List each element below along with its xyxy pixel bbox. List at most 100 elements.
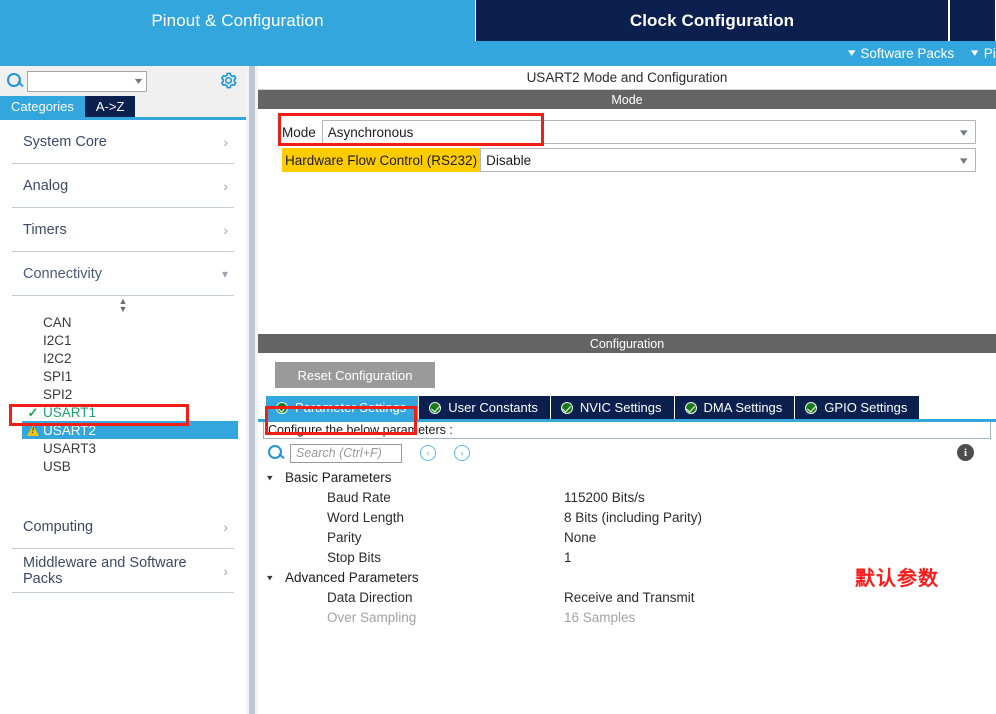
peripheral-usart3-label: USART3: [43, 440, 97, 456]
top-tab-bar: Pinout & Configuration Clock Configurati…: [0, 0, 996, 41]
sidebar-item-connectivity-label: Connectivity: [23, 265, 102, 282]
tab-categories[interactable]: Categories: [0, 96, 85, 117]
mode-field-label: Mode: [282, 124, 316, 140]
sidebar-item-middleware[interactable]: Middleware and Software Packs ›: [12, 549, 234, 593]
peripheral-spi2[interactable]: SPI2: [12, 385, 234, 403]
hardware-flow-control-select[interactable]: Disable ▾: [480, 148, 976, 172]
param-stop-bits-value: 1: [564, 549, 572, 565]
tab-pinout-configuration-label: Pinout & Configuration: [151, 10, 324, 30]
peripheral-usart1-label: USART1: [43, 404, 97, 420]
param-stop-bits-name: Stop Bits: [327, 549, 382, 565]
page-title-label: USART2 Mode and Configuration: [526, 70, 728, 85]
sidebar-item-timers[interactable]: Timers ›: [12, 208, 234, 252]
table-row[interactable]: Baud Rate 115200 Bits/s: [267, 487, 996, 507]
sidebar-item-connectivity[interactable]: Connectivity ▾: [12, 252, 234, 296]
app-root: Pinout & Configuration Clock Configurati…: [0, 0, 996, 714]
peripheral-spi1[interactable]: SPI1: [12, 367, 234, 385]
mode-select[interactable]: Asynchronous ▾: [321, 120, 976, 144]
configuration-tab-strip: Parameter Settings User Constants NVIC S…: [258, 396, 996, 419]
tab-user-constants[interactable]: User Constants: [419, 396, 551, 419]
peripheral-usart2[interactable]: USART2: [22, 421, 238, 439]
pinout-menu[interactable]: ▾ Pinout: [971, 46, 996, 61]
info-icon[interactable]: i: [957, 444, 974, 461]
peripheral-usb-label: USB: [43, 458, 71, 474]
peripheral-usart1[interactable]: ✓ USART1: [12, 403, 234, 421]
sidebar-view-tabs: Categories A->Z: [0, 96, 246, 117]
hardware-flow-control-label: Hardware Flow Control (RS232): [282, 148, 481, 172]
tab-dma-settings[interactable]: DMA Settings: [674, 396, 796, 419]
param-over-sampling-value: 16 Samples: [564, 609, 636, 625]
info-icon-label: i: [963, 446, 968, 459]
sidebar-search-row: ▾: [0, 66, 246, 96]
table-row: Over Sampling 16 Samples: [267, 607, 996, 627]
peripheral-i2c2-label: I2C2: [43, 350, 72, 366]
tab-a-to-z-label: A->Z: [95, 99, 125, 114]
param-baud-rate-name: Baud Rate: [327, 489, 391, 505]
chevron-right-icon: ›: [223, 221, 228, 238]
scroll-up-down-handle[interactable]: ▲ ▼: [12, 296, 234, 313]
sidebar-item-system-core-label: System Core: [23, 133, 107, 150]
configure-note-label: Configure the below parameters :: [268, 423, 453, 437]
param-baud-rate-value: 115200 Bits/s: [564, 489, 645, 505]
tab-parameter-settings[interactable]: Parameter Settings: [266, 396, 420, 419]
parameter-search-input[interactable]: Search (Ctrl+F): [290, 443, 402, 463]
check-circle-icon: [805, 401, 818, 414]
software-packs-label: Software Packs: [860, 46, 955, 61]
sidebar-item-analog[interactable]: Analog ›: [12, 164, 234, 208]
software-packs-menu[interactable]: ▾ Software Packs: [848, 46, 955, 61]
configure-note: Configure the below parameters :: [263, 422, 991, 439]
chevron-down-icon: ▾: [960, 154, 969, 167]
group-basic-parameters[interactable]: ▾ Basic Parameters: [267, 467, 996, 487]
find-previous-button[interactable]: ‹: [420, 445, 436, 461]
tab-project-manager[interactable]: [949, 0, 996, 41]
tab-clock-configuration[interactable]: Clock Configuration: [475, 0, 949, 41]
sidebar-category-list: System Core › Analog › Timers › Connecti…: [0, 120, 246, 714]
sidebar-item-computing[interactable]: Computing ›: [12, 505, 234, 549]
param-word-length-value: 8 Bits (including Parity): [564, 509, 703, 525]
sub-toolbar: ▾ Software Packs ▾ Pinout: [0, 41, 996, 66]
peripheral-i2c2[interactable]: I2C2: [12, 349, 234, 367]
peripheral-i2c1[interactable]: I2C1: [12, 331, 234, 349]
table-row[interactable]: Parity None: [267, 527, 996, 547]
tab-gpio-settings[interactable]: GPIO Settings: [795, 396, 921, 419]
tab-user-constants-label: User Constants: [448, 400, 538, 415]
sidebar-item-system-core[interactable]: System Core ›: [12, 120, 234, 164]
sidebar-item-computing-label: Computing: [23, 518, 94, 535]
tab-dma-settings-label: DMA Settings: [703, 400, 783, 415]
sidebar-search-input[interactable]: ▾: [27, 70, 147, 92]
tab-parameter-settings-label: Parameter Settings: [295, 400, 407, 415]
page-title: USART2 Mode and Configuration: [258, 66, 996, 90]
gear-icon[interactable]: [219, 71, 238, 90]
param-parity-name: Parity: [327, 529, 362, 545]
chevron-down-icon: ▾: [134, 75, 143, 87]
group-advanced-parameters-label: Advanced Parameters: [285, 569, 419, 585]
chevron-down-icon: ▾: [267, 572, 273, 583]
reset-configuration-button[interactable]: Reset Configuration: [275, 362, 435, 388]
search-icon: [5, 71, 25, 91]
chevron-right-icon: ›: [223, 177, 228, 194]
group-basic-parameters-label: Basic Parameters: [285, 469, 392, 485]
main-panel: USART2 Mode and Configuration Mode Mode …: [258, 66, 996, 714]
chevron-down-icon: ▾: [971, 47, 979, 59]
check-circle-icon: [560, 401, 573, 414]
panel-splitter[interactable]: [246, 66, 258, 714]
table-row[interactable]: Word Length 8 Bits (including Parity): [267, 507, 996, 527]
check-icon: ✓: [27, 404, 39, 420]
mode-section-body: Mode Asynchronous ▾ Hardware Flow Contro…: [258, 109, 996, 334]
tab-pinout-configuration[interactable]: Pinout & Configuration: [0, 0, 475, 41]
peripheral-can[interactable]: CAN: [12, 313, 234, 331]
peripheral-usb[interactable]: USB: [12, 457, 234, 475]
sidebar-item-middleware-label: Middleware and Software Packs: [23, 554, 187, 587]
tab-nvic-settings-label: NVIC Settings: [579, 400, 662, 415]
pinout-menu-label: Pinout: [983, 46, 996, 61]
sidebar-category-box: System Core › Analog › Timers › Connecti…: [12, 120, 238, 593]
find-next-button[interactable]: ›: [454, 445, 470, 461]
tab-clock-configuration-label: Clock Configuration: [629, 10, 795, 30]
peripheral-list: CAN I2C1 I2C2 SPI1 SPI2 ✓ USART1 ! USART…: [12, 313, 238, 475]
hardware-flow-control-row: Hardware Flow Control (RS232) Disable ▾: [282, 148, 976, 172]
tab-a-to-z[interactable]: A->Z: [84, 96, 136, 117]
peripheral-spi2-label: SPI2: [43, 386, 73, 402]
peripheral-usart2-label: USART2: [43, 422, 97, 438]
tab-nvic-settings[interactable]: NVIC Settings: [550, 396, 675, 419]
peripheral-usart3[interactable]: USART3: [12, 439, 234, 457]
